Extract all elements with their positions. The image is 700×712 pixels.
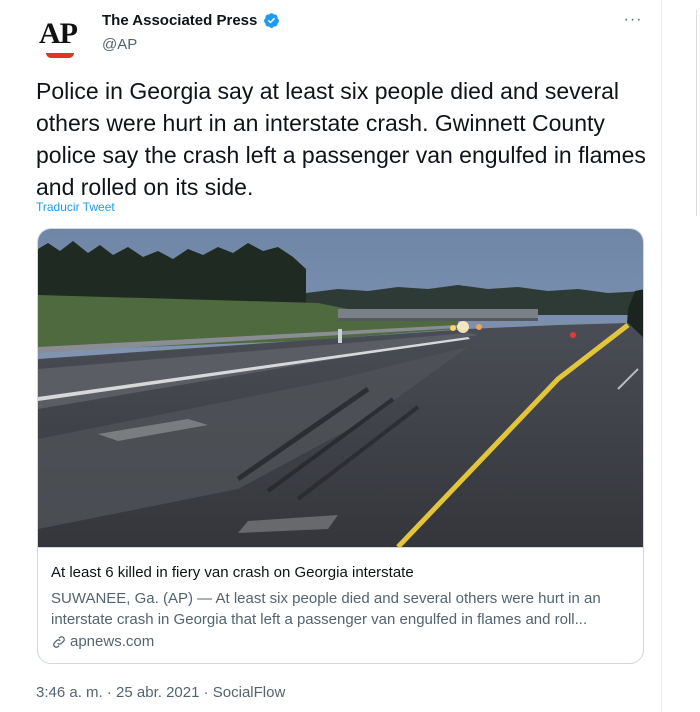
avatar[interactable]: AP <box>36 12 86 62</box>
link-icon <box>53 635 65 648</box>
card-description: SUWANEE, Ga. (AP) — At least six people … <box>51 590 601 628</box>
account-handle[interactable]: @AP <box>102 36 137 53</box>
ap-logo-text: AP <box>39 17 78 50</box>
translate-tweet-link[interactable]: Traducir Tweet <box>36 200 115 214</box>
account-name[interactable]: The Associated Press <box>102 12 257 29</box>
panel-divider <box>696 10 697 216</box>
verified-badge-icon <box>264 13 279 28</box>
link-preview-card[interactable]: At least 6 killed in fiery van crash on … <box>37 228 644 664</box>
tweet-text: Police in Georgia say at least six peopl… <box>36 78 646 200</box>
ap-logo-swoosh <box>46 53 74 58</box>
adjacent-panel-edge <box>694 0 700 712</box>
card-text-area: At least 6 killed in fiery van crash on … <box>38 547 643 650</box>
card-domain-text: apnews.com <box>70 633 155 650</box>
card-title[interactable]: At least 6 killed in fiery van crash on … <box>51 564 414 581</box>
tweet-card: AP The Associated Press @AP ··· Police i… <box>0 0 662 712</box>
more-options-icon[interactable]: ··· <box>621 8 645 32</box>
tweet-timestamp[interactable]: 3:46 a. m. · 25 abr. 2021 · SocialFlow <box>36 684 285 701</box>
card-domain[interactable]: apnews.com <box>51 633 154 650</box>
highway-crash-photo <box>38 229 643 547</box>
